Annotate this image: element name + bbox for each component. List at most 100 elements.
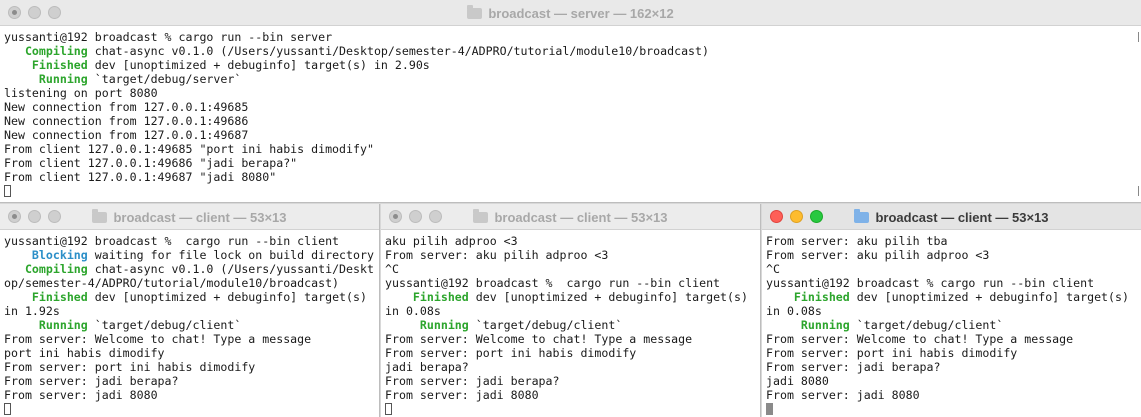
terminal-output[interactable]: yussanti@192 broadcast % cargo run --bin… bbox=[0, 230, 379, 416]
terminal-line: ^C bbox=[385, 262, 760, 276]
terminal-line-text: New connection from 127.0.0.1:49687 bbox=[4, 128, 249, 142]
terminal-output[interactable]: aku pilih adproo <3 From server: aku pili… bbox=[381, 230, 760, 416]
terminal-line-text: From server: jadi berapa? bbox=[766, 360, 941, 374]
terminal-line-text: dev [unoptimized + debuginfo] target(s) bbox=[849, 290, 1129, 304]
terminal-line: From server: port ini habis dimodify bbox=[766, 346, 1141, 360]
terminal-line-text: dev [unoptimized + debuginfo] target(s) bbox=[468, 290, 748, 304]
terminal-line-text: From server: jadi 8080 bbox=[385, 388, 539, 402]
terminal-line: in 0.08s bbox=[385, 304, 760, 318]
cargo-status-keyword: Blocking bbox=[4, 248, 88, 262]
terminal-line-text: jadi berapa? bbox=[385, 360, 469, 374]
terminal-line: aku pilih adproo <3 bbox=[385, 234, 760, 248]
terminal-line-text: chat-async v0.1.0 (/Users/yussanti/Deskt bbox=[87, 262, 374, 276]
terminal-line-text: port ini habis dimodify bbox=[4, 346, 165, 360]
terminal-output[interactable]: From server: aku pilih tba From server: a… bbox=[762, 230, 1141, 416]
terminal-line: Compiling chat-async v0.1.0 (/Users/yuss… bbox=[4, 44, 1141, 58]
terminal-line-text: listening on port 8080 bbox=[4, 86, 158, 100]
text-cursor bbox=[4, 185, 11, 197]
terminal-line-text: yussanti@192 broadcast % cargo run --bin… bbox=[4, 30, 333, 44]
terminal-line: Finished dev [unoptimized + debuginfo] t… bbox=[4, 58, 1141, 72]
terminal-line-text: From server: Welcome to chat! Type a mes… bbox=[766, 332, 1074, 346]
client-terminal-window-1[interactable]: broadcast — client — 53×13 yussanti@192 … bbox=[0, 204, 380, 417]
terminal-line: From server: jadi berapa? bbox=[385, 374, 760, 388]
prompt-line[interactable] bbox=[4, 402, 379, 416]
prompt-line[interactable] bbox=[766, 402, 1141, 416]
terminal-line: port ini habis dimodify bbox=[4, 346, 379, 360]
terminal-line-text: waiting for file lock on build directory bbox=[87, 248, 374, 262]
cargo-status-keyword: Finished bbox=[385, 290, 469, 304]
terminal-output[interactable]: yussanti@192 broadcast % cargo run --bin… bbox=[0, 26, 1141, 198]
cargo-status-keyword: Compiling bbox=[4, 44, 88, 58]
terminal-line-text: From client 127.0.0.1:49685 "port ini ha… bbox=[4, 142, 374, 156]
window-title: broadcast — client — 53×13 bbox=[762, 204, 1141, 230]
cargo-status-keyword: Finished bbox=[4, 290, 88, 304]
terminal-line-text: From server: aku pilih adproo <3 bbox=[766, 248, 990, 262]
terminal-line: From server: jadi berapa? bbox=[766, 360, 1141, 374]
terminal-line-text: yussanti@192 broadcast % cargo run --bin… bbox=[766, 276, 1095, 290]
terminal-line: From server: jadi 8080 bbox=[766, 388, 1141, 402]
text-cursor bbox=[4, 403, 11, 415]
terminal-line-text: op/semester-4/ADPRO/tutorial/module10/br… bbox=[4, 276, 340, 290]
terminal-line-text: `target/debug/client` bbox=[468, 318, 623, 332]
terminal-line-text: From server: jadi 8080 bbox=[4, 388, 158, 402]
terminal-line-text: ^C bbox=[385, 262, 399, 276]
client-terminal-window-3[interactable]: broadcast — client — 53×13 From server: … bbox=[762, 204, 1141, 417]
terminal-line: in 1.92s bbox=[4, 304, 379, 318]
terminal-line: New connection from 127.0.0.1:49687 bbox=[4, 128, 1141, 142]
terminal-line: Running `target/debug/client` bbox=[385, 318, 760, 332]
terminal-line: From server: port ini habis dimodify bbox=[4, 360, 379, 374]
terminal-line-text: From client 127.0.0.1:49686 "jadi berapa… bbox=[4, 156, 298, 170]
terminal-line-text: From server: Welcome to chat! Type a mes… bbox=[385, 332, 693, 346]
terminal-line: From server: Welcome to chat! Type a mes… bbox=[4, 332, 379, 346]
client-titlebar[interactable]: broadcast — client — 53×13 bbox=[762, 204, 1141, 230]
terminal-line-text: dev [unoptimized + debuginfo] target(s) bbox=[87, 290, 367, 304]
terminal-line: in 0.08s bbox=[766, 304, 1141, 318]
terminal-line: From server: aku pilih tba bbox=[766, 234, 1141, 248]
window-title: broadcast — client — 53×13 bbox=[381, 204, 760, 230]
folder-icon bbox=[92, 208, 108, 223]
terminal-line: From server: jadi 8080 bbox=[385, 388, 760, 402]
folder-icon bbox=[854, 208, 870, 223]
client-titlebar[interactable]: broadcast — client — 53×13 bbox=[0, 204, 379, 230]
terminal-line: jadi berapa? bbox=[385, 360, 760, 374]
terminal-line: From client 127.0.0.1:49687 "jadi 8080" bbox=[4, 170, 1141, 184]
terminal-line-text: dev [unoptimized + debuginfo] target(s) … bbox=[87, 58, 430, 72]
terminal-line: From server: jadi 8080 bbox=[4, 388, 379, 402]
terminal-line: Blocking waiting for file lock on build … bbox=[4, 248, 379, 262]
scroll-marker bbox=[1136, 32, 1139, 42]
prompt-line[interactable] bbox=[385, 402, 760, 416]
server-titlebar[interactable]: broadcast — server — 162×12 bbox=[0, 0, 1141, 26]
terminal-line: jadi 8080 bbox=[766, 374, 1141, 388]
prompt-line[interactable] bbox=[4, 184, 1141, 198]
folder-icon bbox=[467, 4, 483, 19]
cargo-status-keyword: Finished bbox=[766, 290, 850, 304]
cargo-status-keyword: Running bbox=[766, 318, 850, 332]
text-cursor bbox=[385, 403, 392, 415]
terminal-line-text: chat-async v0.1.0 (/Users/yussanti/Deskt… bbox=[87, 44, 709, 58]
window-title: broadcast — server — 162×12 bbox=[0, 0, 1141, 26]
terminal-line: Running `target/debug/client` bbox=[4, 318, 379, 332]
terminal-line-text: in 0.08s bbox=[766, 304, 822, 318]
client-titlebar[interactable]: broadcast — client — 53×13 bbox=[381, 204, 760, 230]
client-terminal-window-2[interactable]: broadcast — client — 53×13 aku pilih adp… bbox=[381, 204, 761, 417]
cargo-status-keyword: Running bbox=[385, 318, 469, 332]
scroll-marker bbox=[1136, 186, 1139, 196]
terminal-line: Finished dev [unoptimized + debuginfo] t… bbox=[385, 290, 760, 304]
cargo-status-keyword: Finished bbox=[4, 58, 88, 72]
terminal-line-text: From server: aku pilih adproo <3 bbox=[385, 248, 609, 262]
terminal-line-text: jadi 8080 bbox=[766, 374, 829, 388]
terminal-line-text: From server: port ini habis dimodify bbox=[4, 360, 256, 374]
terminal-line: From server: Welcome to chat! Type a mes… bbox=[385, 332, 760, 346]
terminal-line: op/semester-4/ADPRO/tutorial/module10/br… bbox=[4, 276, 379, 290]
window-title: broadcast — client — 53×13 bbox=[0, 204, 379, 230]
terminal-line: From client 127.0.0.1:49686 "jadi berapa… bbox=[4, 156, 1141, 170]
window-title-text: broadcast — client — 53×13 bbox=[113, 209, 287, 225]
terminal-line-text: From server: port ini habis dimodify bbox=[385, 346, 637, 360]
server-terminal-window[interactable]: broadcast — server — 162×12 yussanti@192… bbox=[0, 0, 1141, 203]
terminal-line: yussanti@192 broadcast % cargo run --bin… bbox=[385, 276, 760, 290]
terminal-line: From server: aku pilih adproo <3 bbox=[385, 248, 760, 262]
terminal-line-text: From server: Welcome to chat! Type a mes… bbox=[4, 332, 312, 346]
terminal-line: Finished dev [unoptimized + debuginfo] t… bbox=[766, 290, 1141, 304]
terminal-line-text: From server: jadi berapa? bbox=[4, 374, 179, 388]
terminal-line-text: `target/debug/client` bbox=[87, 318, 242, 332]
